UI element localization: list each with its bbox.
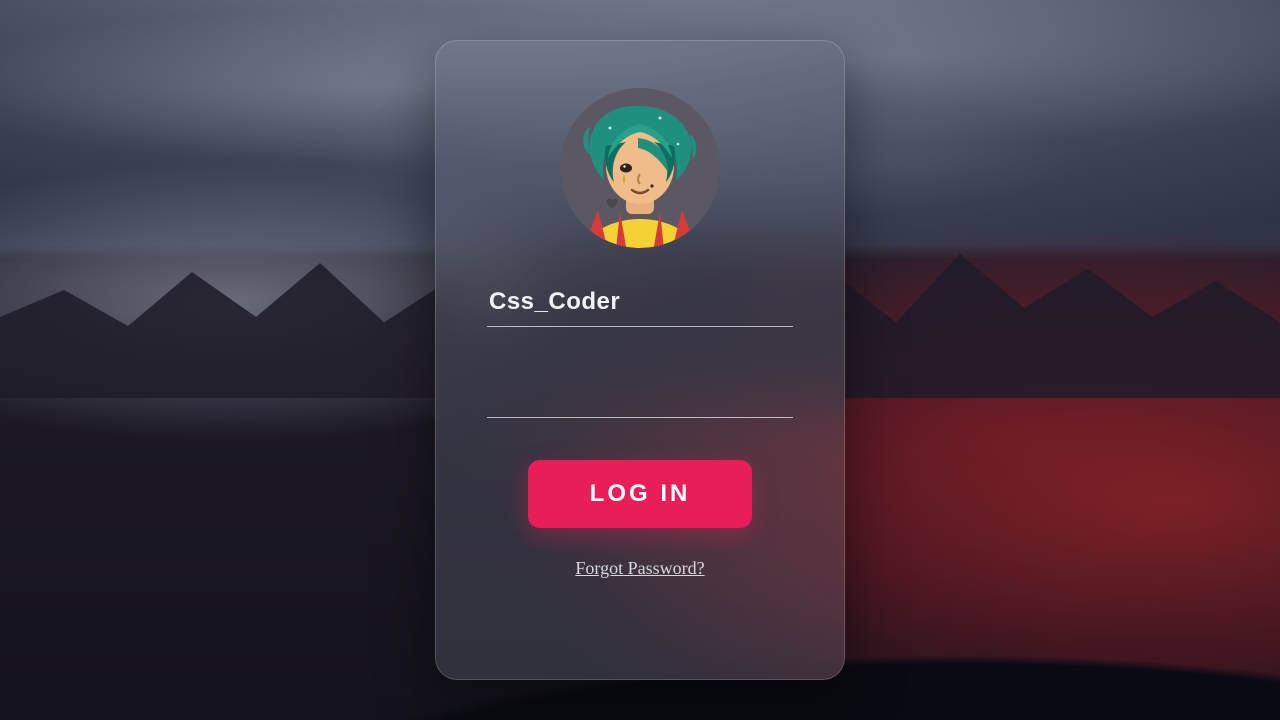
avatar (560, 88, 720, 248)
login-form: LOG IN Forgot Password? (435, 40, 845, 680)
avatar-illustration-icon (560, 88, 720, 248)
username-input[interactable] (487, 282, 793, 327)
login-button[interactable]: LOG IN (528, 460, 752, 528)
password-input[interactable] (487, 373, 793, 418)
login-card: LOG IN Forgot Password? (435, 40, 845, 680)
forgot-password-link[interactable]: Forgot Password? (575, 558, 704, 579)
